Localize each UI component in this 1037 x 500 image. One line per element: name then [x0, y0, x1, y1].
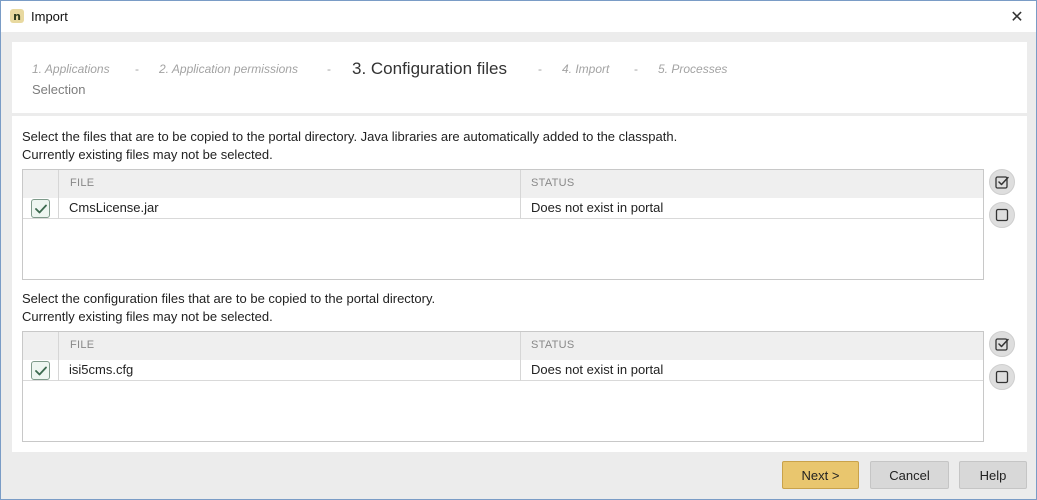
step-import: 4. Import — [562, 62, 610, 76]
files-description-line2: Currently existing files may not be sele… — [22, 147, 273, 162]
config-description-line2: Currently existing files may not be sele… — [22, 309, 273, 324]
wizard-steps: 1. Applications - 2. Application permiss… — [12, 42, 1027, 113]
step-sub-label: Selection — [32, 82, 86, 97]
app-logo-letter: n — [13, 9, 21, 23]
deselect-all-icon — [995, 208, 1009, 222]
step-separator: - — [135, 62, 139, 76]
select-all-button[interactable] — [989, 331, 1015, 357]
step-application-permissions: 2. Application permissions — [159, 62, 298, 76]
deselect-all-icon — [995, 370, 1009, 384]
step-applications: 1. Applications — [32, 62, 110, 76]
config-files-table: FILE STATUS isi5cms.cfg Does not exist i… — [22, 331, 984, 442]
row-check-cell — [23, 360, 59, 381]
checkmark-icon — [34, 204, 47, 213]
row-checkbox[interactable] — [31, 361, 50, 380]
table-row[interactable]: CmsLicense.jar Does not exist in portal — [23, 198, 983, 219]
row-file-name: isi5cms.cfg — [69, 362, 134, 377]
step-separator: - — [634, 62, 638, 76]
config-description: Select the configuration files that are … — [22, 290, 435, 326]
cancel-button[interactable]: Cancel — [870, 461, 949, 489]
step-separator: - — [538, 62, 542, 76]
row-file-name: CmsLicense.jar — [69, 200, 159, 215]
row-file-cell: isi5cms.cfg — [59, 360, 521, 381]
deselect-all-button[interactable] — [989, 202, 1015, 228]
header-check-column — [23, 170, 59, 198]
step-separator: - — [327, 62, 331, 76]
close-icon[interactable]: ✕ — [1006, 5, 1028, 27]
files-description: Select the files that are to be copied t… — [22, 128, 677, 164]
app-logo-icon: n — [10, 9, 24, 23]
files-table: FILE STATUS CmsLicense.jar Does not exis… — [22, 169, 984, 280]
header-status-label[interactable]: STATUS — [531, 177, 575, 189]
checkmark-icon — [34, 366, 47, 375]
row-checkbox[interactable] — [31, 199, 50, 218]
row-file-cell: CmsLicense.jar — [59, 198, 521, 219]
row-status: Does not exist in portal — [531, 362, 664, 377]
files-description-line1: Select the files that are to be copied t… — [22, 129, 678, 144]
row-status: Does not exist in portal — [531, 200, 664, 215]
window-title: Import — [31, 9, 68, 24]
next-button[interactable]: Next > — [782, 461, 859, 489]
select-all-icon — [995, 176, 1009, 189]
select-all-icon — [995, 338, 1009, 351]
table-row[interactable]: isi5cms.cfg Does not exist in portal — [23, 360, 983, 381]
header-file-column[interactable]: FILE — [59, 332, 521, 360]
step-processes: 5. Processes — [658, 62, 728, 76]
table-header: FILE STATUS — [23, 170, 983, 198]
help-button[interactable]: Help — [959, 461, 1027, 489]
step-configuration-files: 3. Configuration files — [352, 59, 507, 78]
config-description-line1: Select the configuration files that are … — [22, 291, 436, 306]
deselect-all-button[interactable] — [989, 364, 1015, 390]
table-header: FILE STATUS — [23, 332, 983, 360]
header-file-column[interactable]: FILE — [59, 170, 521, 198]
content-panel: Select the files that are to be copied t… — [12, 116, 1027, 452]
title-bar: n Import ✕ — [1, 1, 1036, 32]
header-file-label: FILE — [70, 339, 95, 351]
header-file-label: FILE — [70, 177, 95, 189]
header-check-column — [23, 332, 59, 360]
header-status-label[interactable]: STATUS — [531, 339, 575, 351]
import-dialog: n Import ✕ 1. Applications - 2. Applicat… — [0, 0, 1037, 500]
row-check-cell — [23, 198, 59, 219]
select-all-button[interactable] — [989, 169, 1015, 195]
